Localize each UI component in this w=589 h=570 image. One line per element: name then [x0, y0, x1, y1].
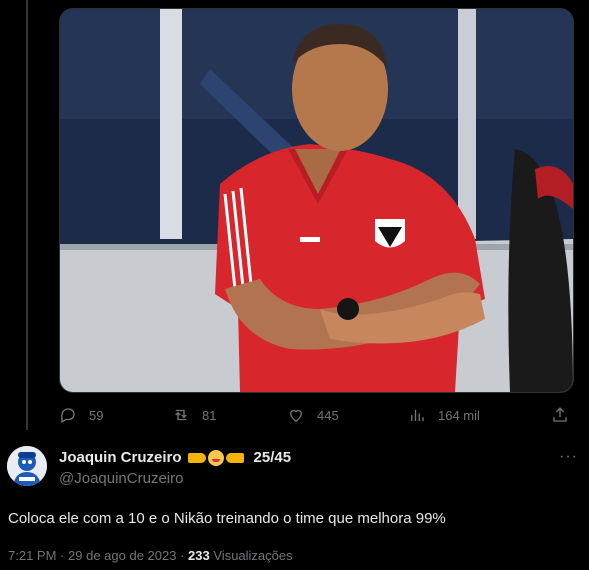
views-count: 164 mil: [438, 407, 480, 423]
author-handle[interactable]: @JoaquinCruzeiro: [59, 470, 183, 487]
reply-count: 59: [89, 407, 104, 423]
photo-coach-in-red-jersey: [60, 9, 573, 392]
author-name[interactable]: Joaquin Cruzeiro: [59, 449, 182, 466]
author-tweet-counter: 25/45: [253, 449, 292, 466]
tweet-time[interactable]: 7:21 PM: [8, 548, 56, 563]
reply-button[interactable]: 59: [59, 401, 103, 429]
more-icon[interactable]: ···: [559, 448, 578, 466]
share-icon: [553, 407, 567, 422]
tweet-action-bar: 59 81 445 164 mil: [59, 401, 572, 429]
thread-connector-line: [26, 0, 28, 430]
tweet-text: Coloca ele com a 10 e o Nikão treinando …: [8, 510, 446, 527]
views-button[interactable]: 164 mil: [408, 401, 480, 429]
author-name-line[interactable]: Joaquin Cruzeiro 25/45: [59, 449, 291, 466]
tweet-metadata: 7:21 PM · 29 de ago de 2023 · 233 Visual…: [8, 548, 293, 563]
reply-icon: [61, 408, 75, 423]
pointing-hand-left-emoji-icon: [225, 452, 244, 463]
tweet-media-photo[interactable]: [59, 8, 574, 393]
like-button[interactable]: 445: [287, 401, 339, 429]
avatar-mascot-image: [7, 446, 47, 486]
meta-separator: ·: [60, 548, 65, 563]
like-count: 445: [317, 407, 339, 423]
pointing-hand-emoji-icon: [187, 452, 206, 463]
tweet-views-label: Visualizações: [213, 548, 293, 563]
retweet-button[interactable]: 81: [172, 401, 216, 429]
tweet-date[interactable]: 29 de ago de 2023: [68, 548, 176, 563]
like-icon: [290, 409, 302, 422]
meta-separator-2: ·: [180, 548, 185, 563]
avatar[interactable]: [7, 446, 47, 486]
retweet-icon: [175, 409, 187, 421]
views-icon: [411, 409, 424, 421]
tweet-author-row: Joaquin Cruzeiro 25/45 @JoaquinCruzeiro …: [7, 446, 582, 490]
share-button[interactable]: [551, 401, 569, 429]
retweet-count: 81: [202, 407, 217, 423]
tongue-out-face-emoji-icon: [207, 449, 224, 466]
tweet-views-count: 233: [188, 548, 210, 563]
